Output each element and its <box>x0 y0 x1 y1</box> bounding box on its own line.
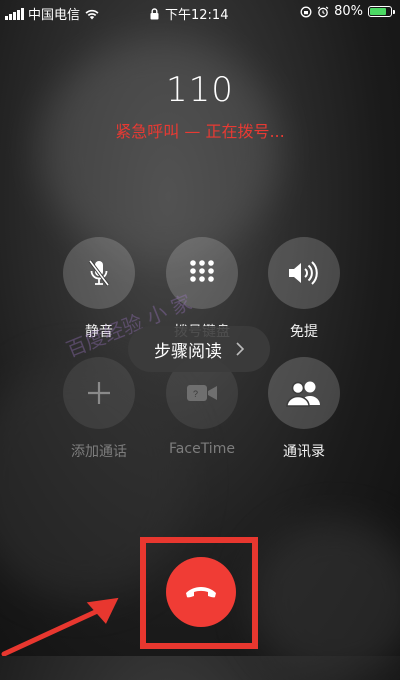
lock-icon <box>150 7 159 19</box>
signal-icon <box>5 7 24 20</box>
battery-fill <box>370 8 386 15</box>
plus-icon <box>88 382 110 404</box>
background-blur <box>250 520 400 680</box>
pointer-arrow <box>1 597 119 656</box>
add-call-label: 添加通话 <box>71 444 127 460</box>
add-call-button[interactable]: 添加通话 <box>59 357 139 461</box>
keypad-icon <box>190 260 214 282</box>
battery-percent: 80% <box>334 4 363 19</box>
end-call-button[interactable] <box>166 557 236 627</box>
facetime-label: FaceTime <box>169 441 235 457</box>
facetime-button[interactable]: ? FaceTime <box>162 357 242 457</box>
hang-up-icon <box>186 587 216 598</box>
contacts-label: 通讯录 <box>283 444 325 460</box>
status-center: 下午12:14 <box>150 4 228 23</box>
contacts-circle[interactable] <box>268 357 340 429</box>
wifi-icon <box>85 9 99 19</box>
contacts-button[interactable]: 通讯录 <box>264 357 344 461</box>
contacts-icon <box>286 381 320 407</box>
status-right: 80% <box>300 4 395 19</box>
svg-text:?: ? <box>193 389 198 399</box>
call-number: 110 <box>166 70 234 110</box>
status-time: 下午12:14 <box>165 8 229 23</box>
carrier-name: 中国电信 <box>28 8 81 23</box>
battery-icon <box>368 6 395 17</box>
add-call-circle[interactable] <box>63 357 135 429</box>
status-bar: 中国电信 下午12:14 80% <box>0 0 400 24</box>
speaker-label: 免提 <box>290 324 318 340</box>
rotation-lock-icon <box>300 6 312 17</box>
mic-off-icon <box>88 259 110 287</box>
speaker-circle[interactable] <box>268 237 340 309</box>
step-reading-label: 步骤阅读 <box>154 341 222 362</box>
speaker-button[interactable]: 免提 <box>264 237 344 341</box>
step-reading-button[interactable]: 步骤阅读 <box>128 326 270 372</box>
status-left: 中国电信 <box>5 4 100 23</box>
chevron-right-icon <box>236 342 244 356</box>
speaker-icon <box>289 261 318 285</box>
mute-circle[interactable] <box>63 237 135 309</box>
video-icon: ? <box>187 385 217 401</box>
call-status: 紧急呼叫 — 正在拨号... <box>115 122 285 141</box>
alarm-icon <box>317 6 329 17</box>
